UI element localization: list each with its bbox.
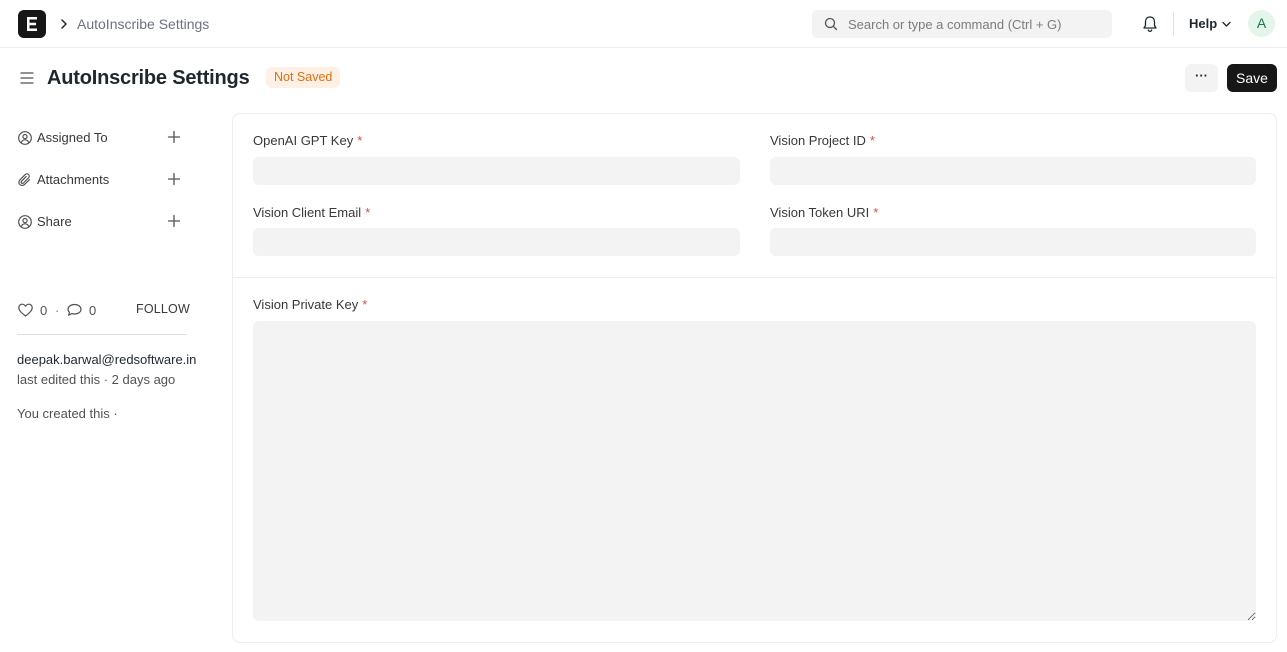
search-bar[interactable]: Search or type a command (Ctrl + G) xyxy=(812,10,1112,38)
sidebar-item-share[interactable]: Share xyxy=(17,212,187,232)
label-text: Vision Private Key xyxy=(253,297,359,312)
more-actions-button[interactable]: ··· xyxy=(1185,64,1218,92)
vision-client-email-input[interactable] xyxy=(253,228,740,256)
navbar-divider xyxy=(1173,12,1174,36)
share-icon xyxy=(18,215,32,229)
sidebar-item-label: Share xyxy=(37,214,72,229)
sidebar-toggle-icon[interactable] xyxy=(19,70,35,86)
paperclip-icon xyxy=(18,173,31,187)
follow-button[interactable]: FOLLOW xyxy=(136,302,190,316)
avatar[interactable]: A xyxy=(1248,10,1275,37)
required-marker: * xyxy=(362,297,368,312)
field-label-openai-gpt-key: OpenAI GPT Key * xyxy=(253,133,362,149)
sidebar-divider xyxy=(17,334,187,335)
created-info: You created this · xyxy=(17,406,118,421)
breadcrumb[interactable]: AutoInscribe Settings xyxy=(77,16,209,32)
required-marker: * xyxy=(357,133,363,148)
edited-timestamp: last edited this · 2 days ago xyxy=(17,372,176,387)
add-icon[interactable] xyxy=(167,130,181,144)
save-button[interactable]: Save xyxy=(1227,64,1277,92)
app-logo[interactable] xyxy=(18,10,46,38)
like-count: 0 xyxy=(40,303,48,318)
required-marker: * xyxy=(365,205,371,220)
vision-token-uri-input[interactable] xyxy=(770,228,1256,256)
status-badge: Not Saved xyxy=(266,67,341,88)
add-icon[interactable] xyxy=(167,214,181,228)
section-divider xyxy=(233,277,1276,278)
required-marker: * xyxy=(873,205,879,220)
chevron-right-icon xyxy=(61,19,67,29)
app-logo-icon xyxy=(27,17,37,31)
field-label-vision-token-uri: Vision Token URI * xyxy=(770,205,878,221)
bell-icon[interactable] xyxy=(1140,14,1160,34)
last-editor[interactable]: deepak.barwal@redsoftware.in xyxy=(17,352,196,368)
sidebar-item-assigned-to[interactable]: Assigned To xyxy=(17,128,187,148)
vision-project-id-input[interactable] xyxy=(770,157,1256,185)
required-marker: * xyxy=(869,133,875,148)
label-text: Vision Token URI xyxy=(770,205,870,220)
heart-icon[interactable] xyxy=(17,302,34,318)
label-text: OpenAI GPT Key xyxy=(253,133,354,148)
comment-count: 0 xyxy=(89,303,97,318)
search-icon xyxy=(824,17,838,31)
field-label-vision-client-email: Vision Client Email * xyxy=(253,205,370,221)
add-icon[interactable] xyxy=(167,172,181,186)
sidebar-item-label: Assigned To xyxy=(37,130,108,145)
comment-icon[interactable] xyxy=(66,302,83,318)
navbar: AutoInscribe Settings Search or type a c… xyxy=(0,0,1287,48)
label-text: Vision Project ID xyxy=(770,133,866,148)
label-text: Vision Client Email xyxy=(253,205,362,220)
assign-icon xyxy=(18,131,32,145)
search-input[interactable]: Search or type a command (Ctrl + G) xyxy=(848,17,1062,32)
vision-private-key-textarea[interactable] xyxy=(253,321,1256,621)
field-label-vision-project-id: Vision Project ID * xyxy=(770,133,875,149)
sidebar-item-label: Attachments xyxy=(37,172,110,187)
help-menu[interactable]: Help xyxy=(1189,16,1217,32)
separator-dot: · xyxy=(55,303,60,318)
field-label-vision-private-key: Vision Private Key * xyxy=(253,297,367,313)
page-title: AutoInscribe Settings xyxy=(47,67,250,89)
sidebar-item-attachments[interactable]: Attachments xyxy=(17,170,187,190)
openai-gpt-key-input[interactable] xyxy=(253,157,740,185)
chevron-down-icon[interactable] xyxy=(1221,19,1232,30)
